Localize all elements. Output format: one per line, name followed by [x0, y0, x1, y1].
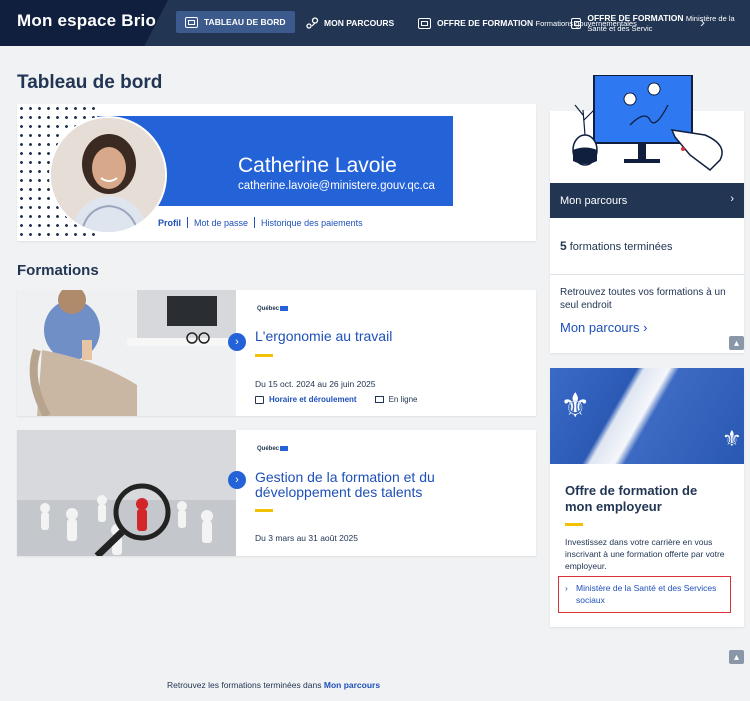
fleur-de-lis-icon: ⚜ [560, 387, 591, 425]
nav-label: MON PARCOURS [324, 18, 395, 28]
formations-heading: Formations [17, 262, 99, 279]
footer-mon-parcours-link[interactable]: Mon parcours [324, 680, 380, 690]
course-title[interactable]: Gestion de la formation et du développem… [255, 470, 485, 500]
schedule-link[interactable]: Horaire et déroulement [269, 395, 357, 404]
nav-next-chevron-icon[interactable]: › [700, 14, 705, 31]
course-arrow-button[interactable]: › [228, 471, 246, 489]
completed-count: 5 formations terminées [560, 239, 672, 253]
course-image [17, 290, 236, 416]
completed-number: 5 [560, 239, 567, 253]
quebec-logo: Québec [257, 306, 289, 312]
course-dates: Du 3 mars au 31 août 2025 [255, 533, 359, 543]
top-navigation-bar: Mon espace Brio TABLEAU DE BORD MON PARC… [0, 0, 750, 46]
employer-offer-title: Offre de formation de mon employeur [565, 483, 698, 514]
link-separator [187, 217, 189, 228]
page-title: Tableau de bord [17, 72, 163, 93]
map-screen-illustration [572, 75, 723, 171]
divider [550, 274, 744, 275]
find-text: Retrouvez toutes vos formations à un seu… [560, 287, 726, 311]
avatar [49, 116, 167, 234]
mon-parcours-heading: Mon parcours [560, 194, 628, 207]
title-underline [565, 523, 583, 526]
mon-parcours-card: Mon parcours › 5 formations terminées Re… [550, 75, 744, 353]
nav-label: OFFRE DE FORMATION [437, 18, 534, 28]
course-mode: En ligne [388, 395, 418, 404]
course-card-gestion[interactable]: › Québec Gestion de la formation et du d… [17, 430, 536, 556]
brand-logo[interactable]: Mon espace Brio [0, 0, 168, 46]
laptop-icon [374, 396, 384, 403]
mon-parcours-link[interactable]: Mon parcours › [560, 320, 647, 335]
password-link[interactable]: Mot de passe [194, 218, 248, 228]
profile-email: catherine.lavoie@ministere.gouv.qc.ca [238, 180, 435, 192]
fleur-de-lis-icon: ⚜ [722, 426, 742, 451]
scroll-to-top-button[interactable]: ▴ [729, 336, 744, 350]
chevron-right-icon: › [565, 583, 568, 593]
title-underline [255, 354, 273, 357]
course-card-ergonomie[interactable]: › Québec L'ergonomie au travail Du 15 oc… [17, 290, 536, 416]
mon-parcours-header[interactable]: Mon parcours › [550, 183, 744, 218]
ministere-sante-link[interactable]: › Ministère de la Santé et des Services … [558, 576, 731, 613]
course-image [17, 430, 236, 556]
nav-mon-parcours[interactable]: MON PARCOURS [306, 0, 394, 46]
title-underline [255, 509, 273, 512]
profile-card: Catherine Lavoie catherine.lavoie@minist… [17, 104, 536, 241]
employer-offer-text: Investissez dans votre carrière en vous … [565, 537, 725, 571]
footer-note: Retrouvez les formations terminées dans … [167, 680, 380, 690]
course-arrow-button[interactable]: › [228, 333, 246, 351]
scroll-to-top-button[interactable]: ▴ [729, 650, 744, 664]
payment-history-link[interactable]: Historique des paiements [261, 218, 363, 228]
dashboard-icon [185, 16, 198, 28]
course-dates: Du 15 oct. 2024 au 26 juin 2025 [255, 379, 376, 389]
nav-tableau-de-bord[interactable]: TABLEAU DE BORD [176, 11, 295, 33]
chevron-right-icon: › [730, 193, 734, 205]
profile-links: Profil Mot de passe Historique des paiem… [158, 217, 363, 228]
calendar-icon [255, 395, 264, 404]
employer-offer-card: ⚜ ⚜ Offre de formation de mon employeur … [550, 368, 744, 627]
footer-text: Retrouvez les formations terminées dans [167, 680, 322, 690]
screen-icon [418, 17, 431, 29]
route-icon [306, 17, 319, 29]
course-meta: Horaire et déroulement En ligne [255, 395, 418, 404]
nav-label: OFFRE DE FORMATION [587, 13, 684, 23]
completed-label: formations terminées [569, 241, 673, 253]
quebec-logo: Québec [257, 446, 289, 452]
screen-icon [571, 17, 582, 29]
nav-offre-ministere[interactable]: OFFRE DE FORMATION Ministère de la Santé… [571, 0, 750, 46]
nav-label: TABLEAU DE BORD [204, 17, 286, 27]
profile-name: Catherine Lavoie [238, 154, 397, 177]
chevron-right-icon: › [643, 320, 648, 335]
brand-name: Mon espace Brio [17, 11, 157, 30]
quebec-flag-image: ⚜ ⚜ [550, 368, 744, 464]
course-title[interactable]: L'ergonomie au travail [255, 329, 485, 344]
profile-link[interactable]: Profil [158, 218, 181, 228]
link-separator [254, 217, 256, 228]
